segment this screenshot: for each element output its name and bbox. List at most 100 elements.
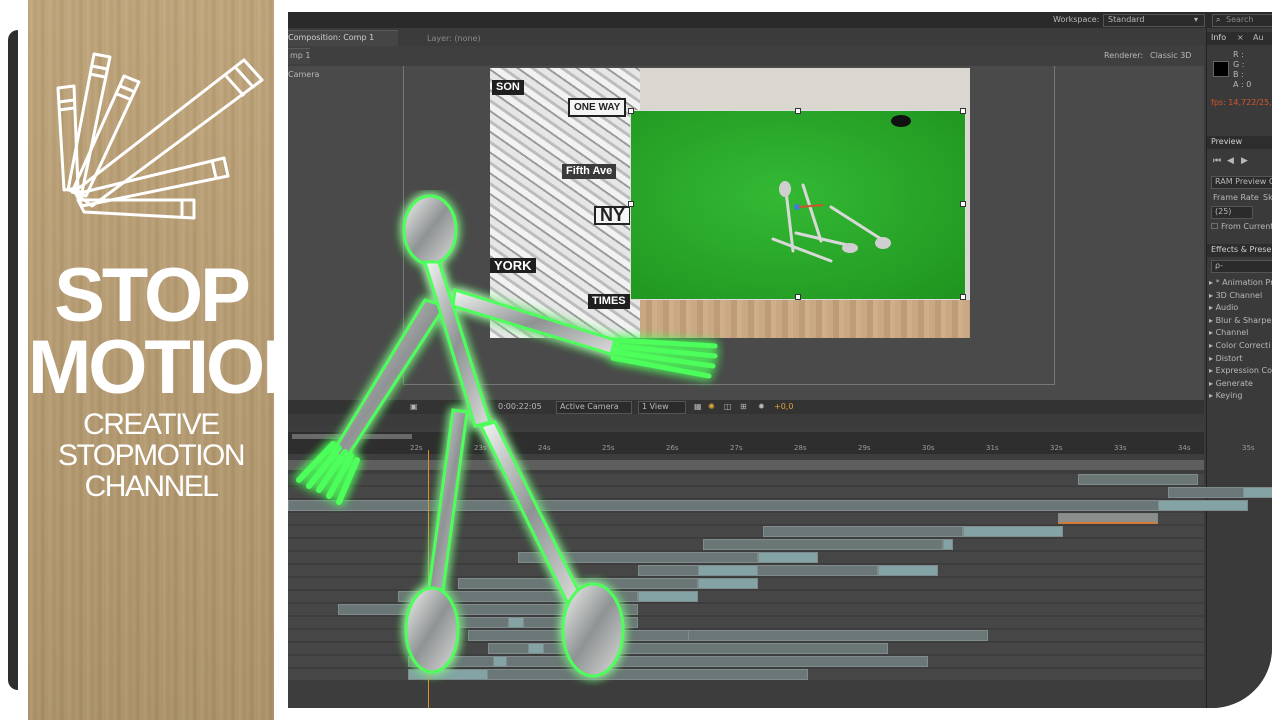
layer-bar[interactable]: [1243, 487, 1272, 498]
layer-bar[interactable]: [698, 578, 758, 589]
transform-handle[interactable]: [795, 108, 801, 114]
ruler-tick: 34s: [1178, 444, 1191, 452]
camera-snapshot-icon[interactable]: ▣: [410, 402, 418, 412]
sticker-text: NY: [594, 206, 632, 225]
tab-composition[interactable]: Composition: Comp 1: [288, 30, 398, 46]
search-help-input[interactable]: ⌕ Search: [1212, 14, 1272, 27]
ruler-tick: 35s: [1242, 444, 1255, 452]
first-frame-icon[interactable]: ⏮: [1213, 156, 1221, 166]
timeline-panel[interactable]: 22s 23s 24s 25s 26s 27s 28s 29s 30s 31s 32s 33s 34s 3…: [288, 426, 1272, 708]
current-time-indicator[interactable]: [428, 450, 429, 708]
timecode-display[interactable]: 0:00:22:05: [498, 402, 542, 412]
toggle-transparency-icon[interactable]: ◫: [724, 402, 732, 412]
layer-bar[interactable]: [493, 656, 507, 667]
layer-bar[interactable]: [438, 617, 638, 628]
layer-bar[interactable]: [398, 591, 638, 602]
exposure-value[interactable]: +0,0: [774, 402, 793, 412]
flowchart-icon[interactable]: ⊞: [740, 402, 747, 412]
layer-bar[interactable]: [408, 669, 488, 680]
transform-handle[interactable]: [960, 294, 966, 300]
effects-item[interactable]: ▸ Color Correcti: [1209, 341, 1272, 351]
previous-frame-icon[interactable]: ◀: [1227, 156, 1234, 166]
layer-bar[interactable]: [1158, 500, 1248, 511]
effects-item[interactable]: ▸ * Animation Pr: [1209, 278, 1272, 288]
frame-rate-dropdown[interactable]: (25): [1211, 206, 1253, 219]
timeline-ruler[interactable]: 22s 23s 24s 25s 26s 27s 28s 29s 30s 31s 32s 33s 34s 3…: [288, 432, 1255, 454]
transform-handle[interactable]: [960, 201, 966, 207]
preview-panel-header: Preview: [1207, 136, 1272, 149]
effects-item[interactable]: ▸ Audio: [1209, 303, 1272, 313]
layer-bar[interactable]: [943, 539, 953, 550]
layer-lane: [288, 513, 1204, 524]
layer-bar[interactable]: [1058, 513, 1158, 524]
effects-item[interactable]: ▸ Keying: [1209, 391, 1272, 401]
layer-bar[interactable]: [703, 539, 943, 550]
effects-list: ▸ * Animation Pr ▸ 3D Channel ▸ Audio ▸ …: [1209, 278, 1272, 401]
view-layout-dropdown[interactable]: 1 View: [638, 401, 686, 414]
effects-item[interactable]: ▸ 3D Channel: [1209, 291, 1272, 301]
transform-handle[interactable]: [628, 201, 634, 207]
ruler-tick: 23s: [474, 444, 487, 452]
ruler-tick: 25s: [602, 444, 615, 452]
app-header: Workspace: Standard ▾ ⌕ Search: [288, 12, 1272, 28]
renderer-value[interactable]: Classic 3D: [1150, 51, 1191, 61]
layer-lane: [288, 539, 1204, 550]
frame-rate-label: Frame Rate: [1213, 193, 1259, 202]
layer-bar[interactable]: [508, 617, 524, 628]
close-icon[interactable]: ×: [1237, 33, 1244, 43]
exposure-icon[interactable]: ✹: [758, 402, 765, 412]
layer-bar[interactable]: [638, 591, 698, 602]
tab-comp1[interactable]: mp 1: [288, 48, 311, 64]
layer-bar[interactable]: [758, 552, 818, 563]
fps-readout: fps: 14,722/25,0: [1211, 98, 1272, 107]
time-navigator[interactable]: [288, 460, 1204, 470]
fast-preview-icon[interactable]: ✺: [708, 402, 715, 412]
workspace-dropdown[interactable]: Standard ▾: [1103, 14, 1205, 27]
small-cutlery-figure: [771, 115, 911, 263]
work-area-bar[interactable]: [292, 434, 412, 439]
layer-bar[interactable]: [688, 630, 988, 641]
tab-layer[interactable]: Layer: (none): [427, 34, 481, 44]
tab-effects-presets[interactable]: Effects & Prese: [1211, 245, 1271, 255]
tab-info[interactable]: Info: [1211, 33, 1226, 43]
tab-audio[interactable]: Au: [1253, 33, 1264, 43]
layer-bar[interactable]: [1078, 474, 1198, 485]
ruler-tick: 24s: [538, 444, 551, 452]
greenscreen-layer[interactable]: [628, 108, 966, 300]
layer-bar[interactable]: [458, 578, 698, 589]
effects-item[interactable]: ▸ Generate: [1209, 379, 1272, 389]
layer-bar[interactable]: [488, 643, 888, 654]
comp-subheader: mp 1 Renderer: Classic 3D: [288, 46, 1204, 66]
effects-item[interactable]: ▸ Distort: [1209, 354, 1272, 364]
layer-bar[interactable]: [468, 630, 708, 641]
transform-handle[interactable]: [628, 108, 634, 114]
layer-bar[interactable]: [763, 526, 963, 537]
banner-title-line2: MOTION: [28, 325, 274, 410]
grid-icon[interactable]: ▦: [694, 402, 702, 412]
layer-bar[interactable]: [963, 526, 1063, 537]
transform-handle[interactable]: [960, 108, 966, 114]
ruler-tick: 22s: [410, 444, 423, 452]
play-icon[interactable]: ▶: [1241, 156, 1248, 166]
effects-search-input[interactable]: ρ-: [1211, 260, 1272, 273]
layer-bar[interactable]: [1168, 487, 1248, 498]
from-current-checkbox[interactable]: ☐: [1211, 222, 1218, 232]
transform-handle[interactable]: [795, 294, 801, 300]
layer-bar[interactable]: [528, 643, 544, 654]
layer-bar[interactable]: [638, 565, 878, 576]
layer-lane: [288, 656, 1204, 667]
layer-bar[interactable]: [698, 565, 758, 576]
effects-item[interactable]: ▸ Expression Co: [1209, 366, 1272, 376]
layer-bar[interactable]: [878, 565, 938, 576]
layer-bar[interactable]: [518, 552, 758, 563]
ram-preview-dropdown[interactable]: RAM Preview O: [1211, 176, 1272, 189]
pencils-fan-icon: [56, 52, 264, 220]
tab-preview[interactable]: Preview: [1211, 137, 1242, 147]
layer-bar[interactable]: [408, 656, 928, 667]
layer-bar[interactable]: [288, 500, 1168, 511]
layer-bar[interactable]: [338, 604, 638, 615]
ruler-tick: 32s: [1050, 444, 1063, 452]
effects-item[interactable]: ▸ Channel: [1209, 328, 1272, 338]
effects-item[interactable]: ▸ Blur & Sharpen: [1209, 316, 1272, 326]
view-camera-dropdown[interactable]: Active Camera: [556, 401, 632, 414]
